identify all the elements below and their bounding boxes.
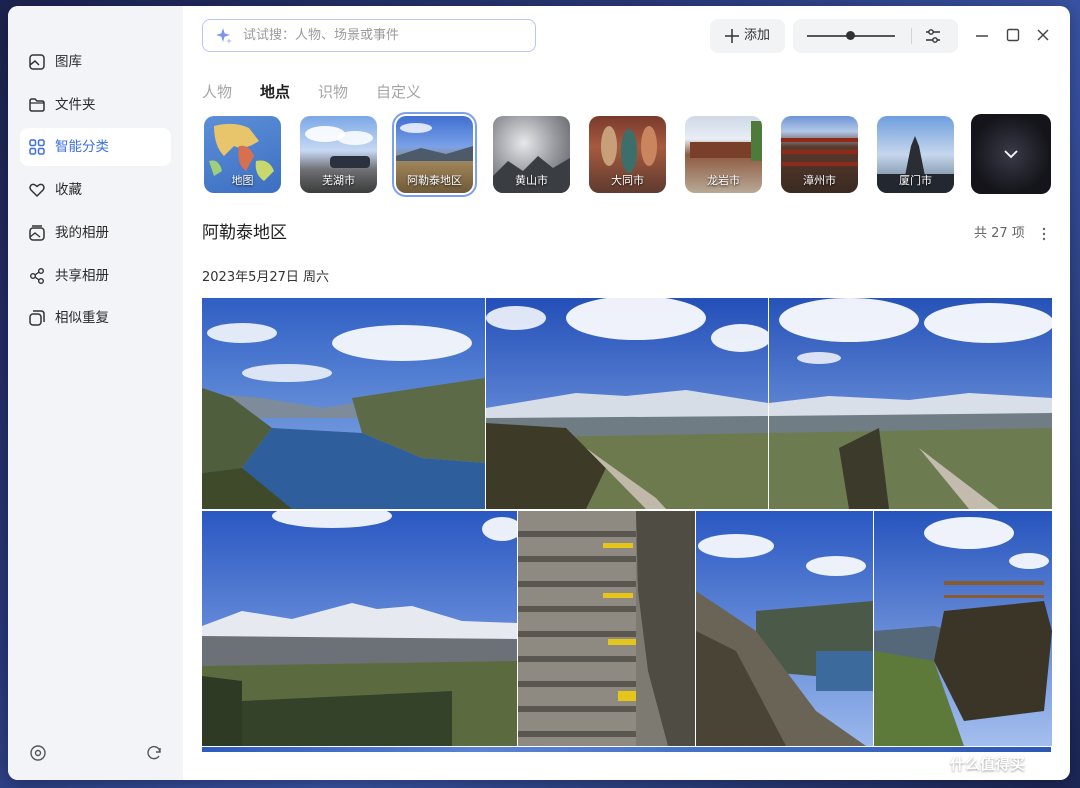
sidebar-item-similar-duplicates[interactable]: 相似重复 [20, 299, 171, 337]
photo-thumbnail[interactable] [874, 511, 1052, 746]
next-row-preview [202, 747, 1051, 752]
place-tile-zhangzhou[interactable]: 漳州市 [781, 116, 858, 193]
folder-icon [29, 98, 45, 112]
sidebar-item-shared-albums[interactable]: 共享相册 [20, 257, 171, 295]
photo-valley-lookout [486, 298, 768, 509]
tab-people[interactable]: 人物 [202, 82, 232, 102]
expand-places-button[interactable] [971, 114, 1051, 194]
main-area: 试试搜：人物、场景或事件 添加 人物 地点 识物 自定义 地图 芜湖市 阿勒泰地… [183, 6, 1070, 780]
place-tile-altay[interactable]: 阿勒泰地区 [392, 112, 477, 197]
photo-thumbnail[interactable] [518, 511, 695, 746]
share-icon [30, 268, 44, 284]
place-tile-longyan[interactable]: 龙岩市 [685, 116, 762, 193]
app-window: 图库 文件夹 智能分类 收藏 我的相册 共享相册 相似重复 试试搜：人物、场景或… [8, 6, 1070, 780]
place-label: 地图 [231, 174, 254, 187]
place-label: 厦门市 [899, 174, 932, 187]
ai-sparkle-icon [216, 28, 232, 44]
photo-cliffside-trees [696, 511, 873, 746]
close-icon[interactable] [1036, 28, 1050, 42]
maximize-icon[interactable] [1006, 28, 1020, 42]
place-label: 阿勒泰地区 [407, 174, 462, 187]
sidebar-item-folder[interactable]: 文件夹 [20, 86, 171, 124]
place-label: 芜湖市 [322, 174, 355, 187]
photo-valley-boardwalk [769, 298, 1052, 509]
more-options-icon[interactable] [1041, 226, 1047, 242]
divider [911, 28, 912, 44]
gallery-icon [29, 54, 45, 70]
photo-snow-mountain [202, 511, 517, 746]
sidebar-item-smart-categories[interactable]: 智能分类 [20, 128, 171, 166]
photo-lake-canyon [202, 298, 485, 509]
section-title: 阿勒泰地区 [202, 223, 287, 243]
sidebar-item-label: 我的相册 [55, 225, 109, 241]
watermark-logo-icon: 值 [925, 754, 947, 776]
date-group-header: 2023年5月27日 周六 [202, 270, 330, 285]
add-button-label: 添加 [744, 28, 771, 43]
duplicate-icon [29, 310, 45, 326]
filter-settings-icon[interactable] [924, 27, 942, 45]
photo-rock-viewpoint [874, 511, 1052, 746]
watermark-text: 什么值得买 [950, 755, 1026, 773]
place-label: 大同市 [611, 174, 644, 187]
tab-custom[interactable]: 自定义 [376, 82, 421, 102]
place-tile-map[interactable]: 地图 [204, 116, 281, 193]
sidebar-item-label: 图库 [55, 54, 82, 70]
sidebar-item-label: 收藏 [55, 182, 82, 198]
item-count: 共 27 项 [974, 226, 1025, 241]
place-tile-wuhu[interactable]: 芜湖市 [300, 116, 377, 193]
photo-thumbnail[interactable] [486, 298, 768, 509]
sidebar: 图库 文件夹 智能分类 收藏 我的相册 共享相册 相似重复 [8, 6, 183, 780]
plus-icon [725, 29, 739, 43]
album-icon [29, 225, 45, 241]
search-box[interactable]: 试试搜：人物、场景或事件 [202, 19, 536, 52]
photo-thumbnail[interactable] [769, 298, 1052, 509]
settings-icon[interactable] [29, 744, 47, 762]
zoom-slider-handle[interactable] [846, 31, 855, 40]
sidebar-item-label: 共享相册 [55, 268, 109, 284]
sidebar-item-label: 相似重复 [55, 310, 109, 326]
sidebar-item-my-albums[interactable]: 我的相册 [20, 214, 171, 252]
sidebar-item-label: 智能分类 [55, 139, 109, 155]
place-tile-huangshan[interactable]: 黄山市 [493, 116, 570, 193]
photo-thumbnail[interactable] [202, 511, 517, 746]
place-tile-xiamen[interactable]: 厦门市 [877, 116, 954, 193]
photo-wooden-stairs [518, 511, 695, 746]
tab-places[interactable]: 地点 [260, 82, 290, 102]
heart-icon [29, 183, 45, 197]
place-label: 漳州市 [803, 174, 836, 187]
add-button[interactable]: 添加 [710, 19, 785, 53]
grid-icon [29, 139, 45, 155]
sidebar-item-favorites[interactable]: 收藏 [20, 171, 171, 209]
tab-objects[interactable]: 识物 [318, 82, 348, 102]
place-tile-datong[interactable]: 大同市 [589, 116, 666, 193]
photo-thumbnail[interactable] [202, 298, 485, 509]
sidebar-item-label: 文件夹 [55, 97, 96, 113]
photo-thumbnail[interactable] [696, 511, 873, 746]
search-input[interactable]: 试试搜：人物、场景或事件 [243, 28, 399, 44]
place-label: 黄山市 [515, 174, 548, 187]
minimize-icon[interactable] [975, 28, 989, 42]
svg-text:值: 值 [931, 759, 942, 772]
chevron-down-icon [1004, 150, 1018, 159]
sidebar-item-gallery[interactable]: 图库 [20, 43, 171, 81]
zoom-control [793, 19, 958, 53]
sync-icon[interactable] [145, 744, 163, 762]
place-label: 龙岩市 [707, 174, 740, 187]
